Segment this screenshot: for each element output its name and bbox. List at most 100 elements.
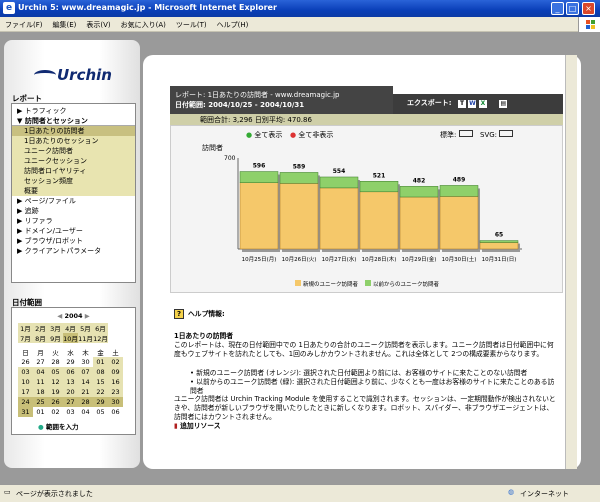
urchin-swoosh-icon [34, 70, 56, 80]
day-cell[interactable]: 06 [63, 367, 78, 377]
logo-text: Urchin [57, 66, 112, 84]
text-export-icon[interactable]: T [458, 100, 467, 108]
day-cell[interactable]: 05 [93, 407, 108, 417]
bar-returning-visitors [439, 185, 479, 197]
sidebar-item[interactable]: ユニークセッション [12, 156, 135, 166]
day-cell[interactable]: 27 [63, 397, 78, 407]
month-cell[interactable]: 1月 [18, 323, 33, 333]
day-cell[interactable]: 22 [93, 387, 108, 397]
menu-view[interactable]: 表示(V) [81, 17, 115, 30]
day-cell[interactable]: 20 [63, 387, 78, 397]
minimize-button[interactable]: _ [551, 2, 564, 15]
menu-help[interactable]: ヘルプ(H) [212, 17, 254, 30]
month-cell[interactable]: 12月 [93, 333, 108, 343]
internet-globe-icon: ◍ [508, 488, 515, 496]
sidebar-item[interactable]: ▼ 訪問者とセッション [12, 116, 135, 126]
menu-favorites[interactable]: お気に入り(A) [116, 17, 171, 30]
day-cell[interactable]: 01 [93, 357, 108, 367]
day-cell[interactable]: 19 [48, 387, 63, 397]
day-cell[interactable]: 02 [48, 407, 63, 417]
month-cell[interactable]: 4月 [63, 323, 78, 333]
sidebar-item[interactable]: ▶ ページ/ファイル [12, 196, 135, 206]
sidebar-item[interactable]: 1日あたりの訪問者 [12, 126, 135, 136]
month-cell[interactable]: 7月 [18, 333, 33, 343]
day-cell[interactable]: 08 [93, 367, 108, 377]
sidebar-item[interactable]: ▶ ブラウザ/ロボット [12, 236, 135, 246]
month-cell[interactable]: 6月 [93, 323, 108, 333]
day-cell[interactable]: 15 [93, 377, 108, 387]
word-export-icon[interactable]: W [468, 100, 477, 108]
day-cell[interactable]: 18 [33, 387, 48, 397]
day-cell[interactable]: 26 [48, 397, 63, 407]
print-icon[interactable]: ▤ [499, 100, 508, 108]
day-cell[interactable]: 25 [33, 397, 48, 407]
bar-total-label: 596 [253, 163, 266, 170]
day-cell[interactable]: 04 [33, 367, 48, 377]
menu-edit[interactable]: 編集(E) [48, 17, 82, 30]
chart-ylabel: 訪問者 [202, 143, 223, 152]
date-calendar: ◀ 2004 ▶ 1月 2月 3月 4月 5月 6月 7月 8月 9月 10月 11月 12月 日月火… [11, 307, 136, 435]
day-cell[interactable]: 03 [63, 407, 78, 417]
help-paragraph-2: ユニーク訪問者は Urchin Tracking Module を使用することで… [174, 395, 556, 421]
day-cell[interactable]: 28 [48, 357, 63, 367]
month-cell[interactable]: 10月 [63, 333, 78, 343]
sidebar-item[interactable]: ▶ ドメイン/ユーザー [12, 226, 135, 236]
vertical-scrollbar[interactable] [565, 55, 577, 469]
day-cell[interactable]: 12 [48, 377, 63, 387]
month-cell[interactable]: 11月 [78, 333, 93, 343]
sidebar-item[interactable]: 訪問者ロイヤリティ [12, 166, 135, 176]
status-bar: ▭ ページが表示されました ◍ インターネット [0, 484, 600, 502]
day-cell[interactable]: 10 [18, 377, 33, 387]
day-cell[interactable]: 16 [108, 377, 123, 387]
day-cell[interactable]: 29 [93, 397, 108, 407]
day-cell[interactable]: 30 [108, 397, 123, 407]
legend-swatch [365, 280, 371, 286]
day-cell[interactable]: 26 [18, 357, 33, 367]
day-cell[interactable]: 06 [108, 407, 123, 417]
day-cell[interactable]: 03 [18, 367, 33, 377]
sidebar-item[interactable]: ▶ 追跡 [12, 206, 135, 216]
day-cell[interactable]: 14 [78, 377, 93, 387]
day-cell[interactable]: 21 [78, 387, 93, 397]
close-button[interactable]: × [582, 2, 595, 15]
menu-tools[interactable]: ツール(T) [171, 17, 212, 30]
month-cell[interactable]: 9月 [48, 333, 63, 343]
sidebar-item[interactable]: ▶ クライアントパラメータ [12, 246, 135, 256]
day-cell[interactable]: 02 [108, 357, 123, 367]
sidebar-item[interactable]: ▶ トラフィック [12, 106, 135, 116]
next-year-icon[interactable]: ▶ [83, 312, 90, 320]
day-cell[interactable]: 29 [63, 357, 78, 367]
sidebar-item[interactable]: ユニーク訪問者 [12, 146, 135, 156]
more-resources-link[interactable]: ▮ 追加リソース [174, 422, 221, 431]
month-cell[interactable]: 5月 [78, 323, 93, 333]
day-cell[interactable]: 11 [33, 377, 48, 387]
day-cell[interactable]: 04 [78, 407, 93, 417]
sidebar-item[interactable]: 概要 [12, 186, 135, 196]
day-cell[interactable]: 13 [63, 377, 78, 387]
month-cell[interactable]: 3月 [48, 323, 63, 333]
help-icon: ? [174, 309, 184, 319]
day-cell[interactable]: 01 [33, 407, 48, 417]
maximize-button[interactable]: □ [566, 2, 579, 15]
enter-range-link[interactable]: ● 範囲を入力 [38, 421, 135, 431]
excel-export-icon[interactable]: X [478, 100, 487, 108]
x-tick-label: 10月29日(金) [402, 255, 437, 263]
month-cell[interactable]: 2月 [33, 323, 48, 333]
day-cell[interactable]: 28 [78, 397, 93, 407]
urchin-logo[interactable]: Urchin [34, 66, 112, 84]
day-cell[interactable]: 30 [78, 357, 93, 367]
menu-file[interactable]: ファイル(F) [0, 17, 48, 30]
day-cell[interactable]: 27 [33, 357, 48, 367]
day-cell[interactable]: 17 [18, 387, 33, 397]
sidebar-item[interactable]: ▶ リファラ [12, 216, 135, 226]
sidebar-item[interactable]: 1日あたりのセッション [12, 136, 135, 146]
sidebar-item[interactable]: セッション頻度 [12, 176, 135, 186]
day-cell[interactable]: 07 [78, 367, 93, 377]
day-cell[interactable]: 05 [48, 367, 63, 377]
summary-bar: 範囲合計: 3,296 日別平均: 470.86 [170, 114, 563, 125]
day-cell[interactable]: 24 [18, 397, 33, 407]
day-cell[interactable]: 31 [18, 407, 33, 417]
day-cell[interactable]: 09 [108, 367, 123, 377]
day-cell[interactable]: 23 [108, 387, 123, 397]
month-cell[interactable]: 8月 [33, 333, 48, 343]
